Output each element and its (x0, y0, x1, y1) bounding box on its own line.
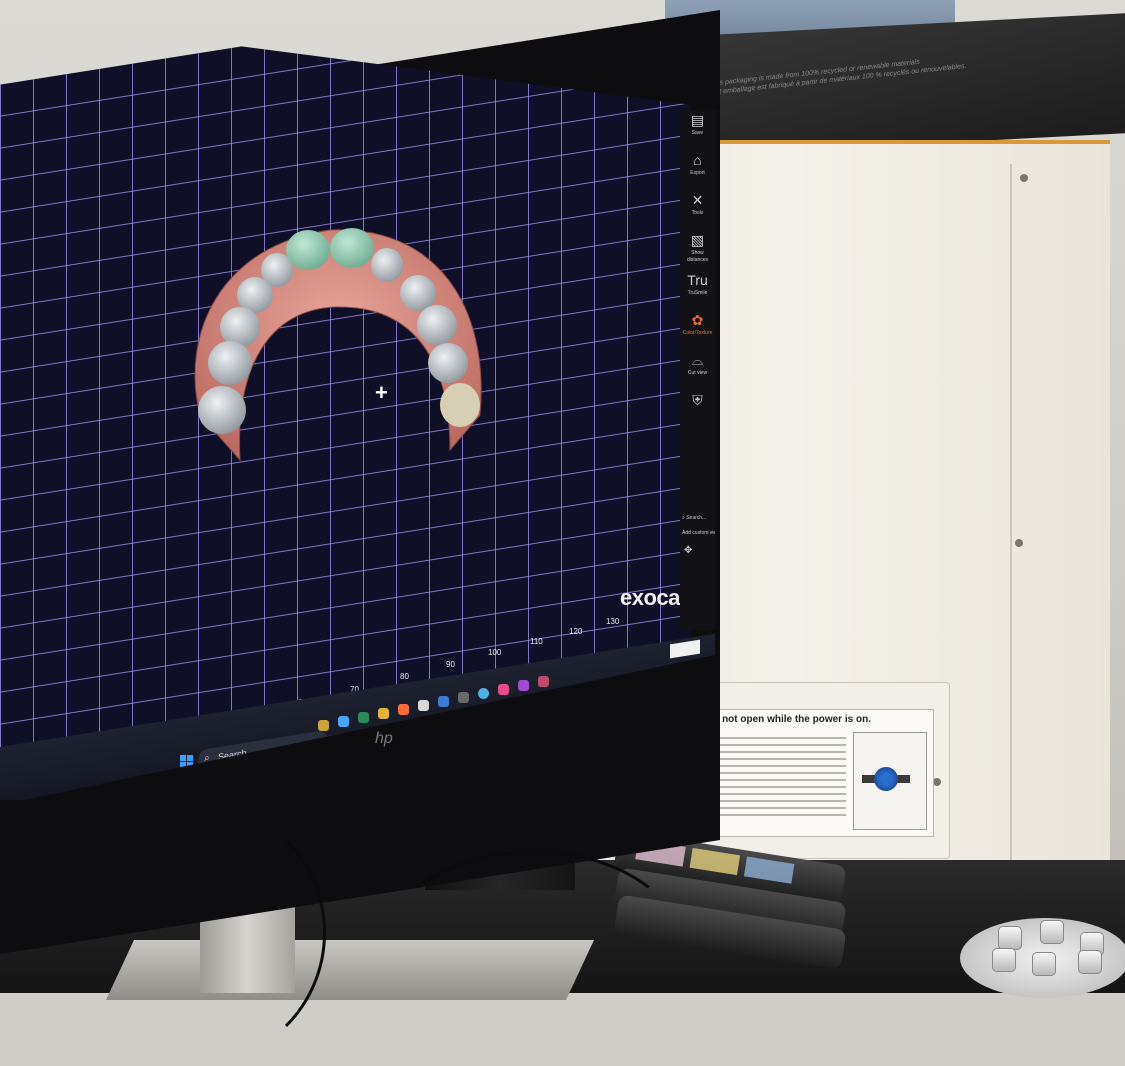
export-icon: ⌂ (693, 152, 702, 168)
incisor-selected[interactable] (286, 230, 330, 270)
toolbar-label: TruSmile (687, 290, 708, 296)
scale-tick: 100 (488, 648, 502, 657)
tooth[interactable] (208, 341, 252, 385)
tooth[interactable] (220, 307, 260, 347)
scale-tick: 90 (446, 660, 455, 669)
crosshair-icon: + (375, 380, 388, 405)
app-icon[interactable] (318, 720, 329, 731)
screw (933, 778, 941, 786)
toolbar-label: Save (691, 130, 704, 136)
save-icon: ▤ (690, 112, 705, 128)
view-cube-icon[interactable]: ✥ (684, 546, 708, 578)
app-icon[interactable] (498, 684, 509, 695)
distance-icon: ▧ (690, 232, 705, 248)
warning-sticker: ⚠Do not open while the power is on. (689, 709, 934, 837)
tooth[interactable] (417, 305, 457, 345)
app-icon[interactable] (438, 696, 449, 707)
tray-window (743, 856, 795, 884)
toolbar-label: Cut view (687, 370, 708, 376)
warning-title: ⚠Do not open while the power is on. (694, 714, 871, 725)
toolbar-search[interactable]: ⌕ Search... (682, 515, 706, 521)
holder-pin (992, 948, 1016, 972)
toolbar-shield[interactable]: ⛨ (680, 390, 715, 430)
shield-icon: ⛨ (692, 392, 703, 408)
tooth[interactable] (371, 248, 403, 282)
color-texture-icon: ✿ (691, 312, 704, 328)
toolbar-show-distances[interactable]: ▧ Show distances (680, 230, 715, 270)
tools-icon: ✕ (691, 192, 704, 208)
screw (1020, 174, 1028, 182)
dental-arch-model[interactable] (180, 215, 500, 475)
toolbar-label: Tools (691, 210, 704, 216)
app-icon[interactable] (338, 716, 349, 727)
holder-pin (998, 926, 1022, 950)
model-holder (960, 918, 1125, 998)
scale-tick: 80 (400, 672, 409, 681)
settings-icon[interactable] (458, 692, 469, 703)
teeth (198, 228, 480, 434)
toolbar-tools[interactable]: ✕ Tools (680, 190, 715, 230)
holder-pin (1040, 920, 1064, 944)
toolbar-cut-view[interactable]: ⌓ Cut view (680, 350, 715, 390)
scale-tick: 120 (569, 627, 583, 636)
cabinet-seam (1010, 164, 1012, 904)
toolbar-export[interactable]: ⌂ Export (680, 150, 715, 190)
app-icon[interactable] (358, 712, 369, 723)
toolbar-label: Export (690, 170, 705, 176)
app-icon[interactable] (538, 676, 549, 687)
scale-tick: 130 (606, 617, 620, 626)
tooth[interactable] (198, 386, 246, 434)
tray-window (689, 847, 741, 876)
toolbar-trusmile[interactable]: Tru TruSmile (680, 270, 715, 310)
cut-view-icon: ⌓ (691, 352, 704, 368)
packaging-text: This packaging is made from 100% recycle… (710, 53, 967, 98)
hp-logo: hp (375, 730, 393, 747)
screw (1015, 539, 1023, 547)
app-icon[interactable] (518, 680, 529, 691)
toolbar-color-texture[interactable]: ✿ Color/Texture (680, 310, 715, 350)
warning-text: Do not open while the power is on. (705, 714, 871, 725)
holder-pin (1032, 952, 1056, 976)
folder-icon[interactable] (378, 708, 389, 719)
scale-tick: 110 (530, 637, 543, 646)
add-custom-view[interactable]: Add custom view (682, 530, 715, 536)
toolbar-save[interactable]: ▤ Save (680, 110, 715, 150)
search-icon: ⌕ (682, 515, 685, 521)
incisor-selected[interactable] (330, 228, 374, 268)
toolbar-search-label: Search... (686, 515, 707, 521)
holder-pin (1078, 950, 1102, 974)
tooth[interactable] (428, 343, 468, 383)
trusmile-icon: Tru (687, 272, 708, 288)
toolbar-label: Show distances (686, 250, 709, 263)
browser-icon[interactable] (478, 688, 489, 699)
warning-diagram (853, 732, 927, 830)
app-icon[interactable] (418, 700, 429, 711)
tooth[interactable] (400, 275, 436, 311)
toolbar-label: Color/Texture (682, 330, 713, 336)
tooth[interactable] (440, 383, 480, 427)
app-icon[interactable] (398, 704, 409, 715)
